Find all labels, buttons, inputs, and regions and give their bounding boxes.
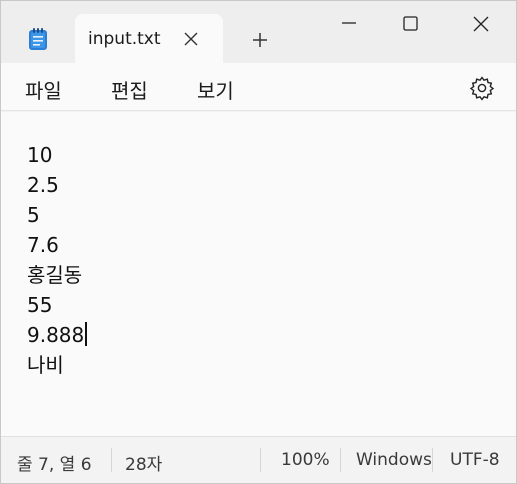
title-bar[interactable]: input.txt [1,1,516,64]
menu-bar: 파일 편집 보기 [1,63,516,111]
maximize-icon[interactable] [388,1,432,47]
text-line: 홍길동 [27,263,83,287]
line-ending[interactable]: Windows (CRLF) [356,450,431,470]
menu-view[interactable]: 보기 [197,75,234,104]
status-divider [340,448,341,472]
current-line-text: 9.888 [27,323,85,347]
text-line: 2.5 [27,173,59,197]
text-line: 5 [27,203,40,227]
close-window-icon[interactable] [459,1,503,47]
menu-file[interactable]: 파일 [25,75,62,104]
minimize-icon[interactable] [327,1,371,47]
text-caret [85,322,87,346]
tab-title: input.txt [88,29,161,49]
encoding[interactable]: UTF-8 [450,450,500,470]
text-line: 10 [27,143,53,167]
zoom-level[interactable]: 100% [281,450,330,470]
gear-icon[interactable] [469,75,495,101]
status-divider [111,448,112,472]
text-line: 나비 [27,353,64,377]
status-bar: 줄 7, 열 6 28자 100% Windows (CRLF) UTF-8 [1,436,516,483]
tab-input-txt[interactable]: input.txt [75,14,223,64]
notepad-icon [29,28,47,50]
text-line: 7.6 [27,233,59,257]
close-icon[interactable] [181,29,201,49]
cursor-position: 줄 7, 열 6 [17,455,92,475]
plus-icon[interactable] [250,30,270,50]
editor-content[interactable]: 10 2.5 5 7.6 홍길동 55 9.888 나비 [27,140,87,380]
text-line: 55 [27,293,53,317]
status-divider [432,448,433,472]
status-divider [260,448,261,472]
menu-edit[interactable]: 편집 [111,75,148,104]
notepad-window: input.txt 파일 편집 보기 10 2.5 5 7.6 홍길동 55 9… [0,0,517,484]
text-line-current: 9.888 [27,320,87,350]
character-count: 28자 [125,455,163,475]
text-editor[interactable]: 10 2.5 5 7.6 홍길동 55 9.888 나비 [1,112,516,436]
